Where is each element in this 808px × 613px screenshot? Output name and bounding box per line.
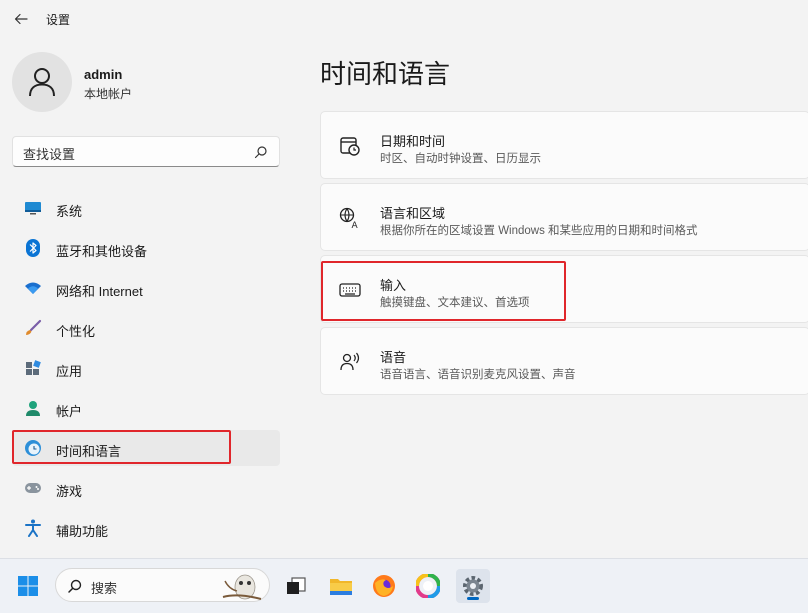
sidebar-item-bluetooth[interactable]: 蓝牙和其他设备: [12, 230, 280, 266]
person-icon: [24, 399, 42, 417]
card-title: 语音: [380, 350, 407, 365]
sidebar-item-network[interactable]: 网络和 Internet: [12, 270, 280, 306]
sidebar-item-accounts[interactable]: 帐户: [12, 390, 280, 426]
speech-icon: [339, 351, 361, 373]
title-bar: 设置: [0, 0, 808, 38]
taskbar-search-label: 搜索: [91, 581, 118, 596]
sidebar-item-label: 游戏: [56, 484, 83, 499]
highlight-box-card: [321, 261, 566, 321]
color-app-button[interactable]: [411, 569, 445, 603]
brush-icon: [24, 319, 42, 337]
search-icon: [68, 579, 82, 593]
task-view-icon: [287, 577, 306, 594]
card-subtitle: 时区、自动时钟设置、日历显示: [380, 153, 541, 165]
start-button[interactable]: [11, 569, 45, 603]
sidebar-item-label: 系统: [56, 204, 83, 219]
start-icon: [18, 576, 38, 596]
user-profile[interactable]: admin 本地帐户: [12, 52, 292, 112]
sidebar-item-accessibility[interactable]: 辅助功能: [12, 510, 280, 546]
sidebar-item-label: 辅助功能: [56, 524, 109, 539]
search-icon: [253, 144, 269, 160]
monitor-icon: [24, 199, 42, 217]
sidebar-nav: 系统 蓝牙和其他设备 网络和 Internet 个性化 应用 帐户 时间和语言 …: [12, 190, 280, 550]
page-title: 时间和语言: [320, 59, 451, 89]
color-app-icon: [416, 574, 440, 598]
card-subtitle: 根据你所在的区域设置 Windows 和某些应用的日期和时间格式: [380, 225, 698, 237]
file-explorer-button[interactable]: [324, 569, 358, 603]
bluetooth-icon: [24, 239, 42, 257]
taskbar: 搜索: [0, 558, 808, 613]
settings-icon: [463, 576, 483, 596]
active-app-indicator: [467, 597, 479, 600]
search-placeholder: 查找设置: [23, 147, 76, 162]
profile-account-type: 本地帐户: [84, 87, 133, 101]
wifi-icon: [24, 279, 42, 297]
sidebar-item-apps[interactable]: 应用: [12, 350, 280, 386]
person-icon: [29, 68, 55, 97]
accessibility-icon: [24, 519, 42, 537]
svg-text:A: A: [352, 221, 359, 229]
taskbar-search[interactable]: 搜索: [55, 568, 270, 602]
firefox-button[interactable]: [367, 569, 401, 603]
highlight-box-sidebar: [12, 430, 231, 464]
apps-icon: [24, 359, 42, 377]
sidebar-item-label: 个性化: [56, 324, 96, 339]
card-date-time[interactable]: 日期和时间 时区、自动时钟设置、日历显示: [320, 111, 808, 179]
sidebar-item-label: 帐户: [56, 404, 83, 419]
profile-name: admin: [84, 67, 123, 82]
card-title: 语言和区域: [380, 206, 446, 221]
window-title: 设置: [46, 13, 71, 27]
card-subtitle: 语音语言、语音识别麦克风设置、声音: [380, 369, 576, 381]
sidebar-item-personalization[interactable]: 个性化: [12, 310, 280, 346]
task-view-button[interactable]: [279, 569, 313, 603]
search-input[interactable]: 查找设置: [12, 136, 280, 167]
card-language-region[interactable]: A 语言和区域 根据你所在的区域设置 Windows 和某些应用的日期和时间格式: [320, 183, 808, 251]
card-speech[interactable]: 语音 语音语言、语音识别麦克风设置、声音: [320, 327, 808, 395]
sidebar-item-system[interactable]: 系统: [12, 190, 280, 226]
sidebar-item-gaming[interactable]: 游戏: [12, 470, 280, 506]
file-explorer-icon: [330, 579, 352, 595]
back-arrow-icon: [14, 13, 28, 25]
card-title: 日期和时间: [380, 134, 446, 149]
firefox-icon: [373, 575, 395, 597]
sidebar-item-label: 网络和 Internet: [56, 284, 143, 299]
sidebar-item-label: 蓝牙和其他设备: [56, 244, 148, 259]
gamepad-icon: [24, 479, 42, 497]
owl-decoration-icon: [222, 574, 262, 600]
calendar-clock-icon: [339, 135, 361, 157]
settings-window: 设置 admin 本地帐户 查找设置 系统 蓝牙和其他设备 网络和 Intern…: [0, 0, 808, 558]
sidebar-item-label: 应用: [56, 364, 83, 379]
back-button[interactable]: [8, 6, 34, 32]
language-icon: A: [339, 207, 361, 229]
avatar: [12, 52, 72, 112]
